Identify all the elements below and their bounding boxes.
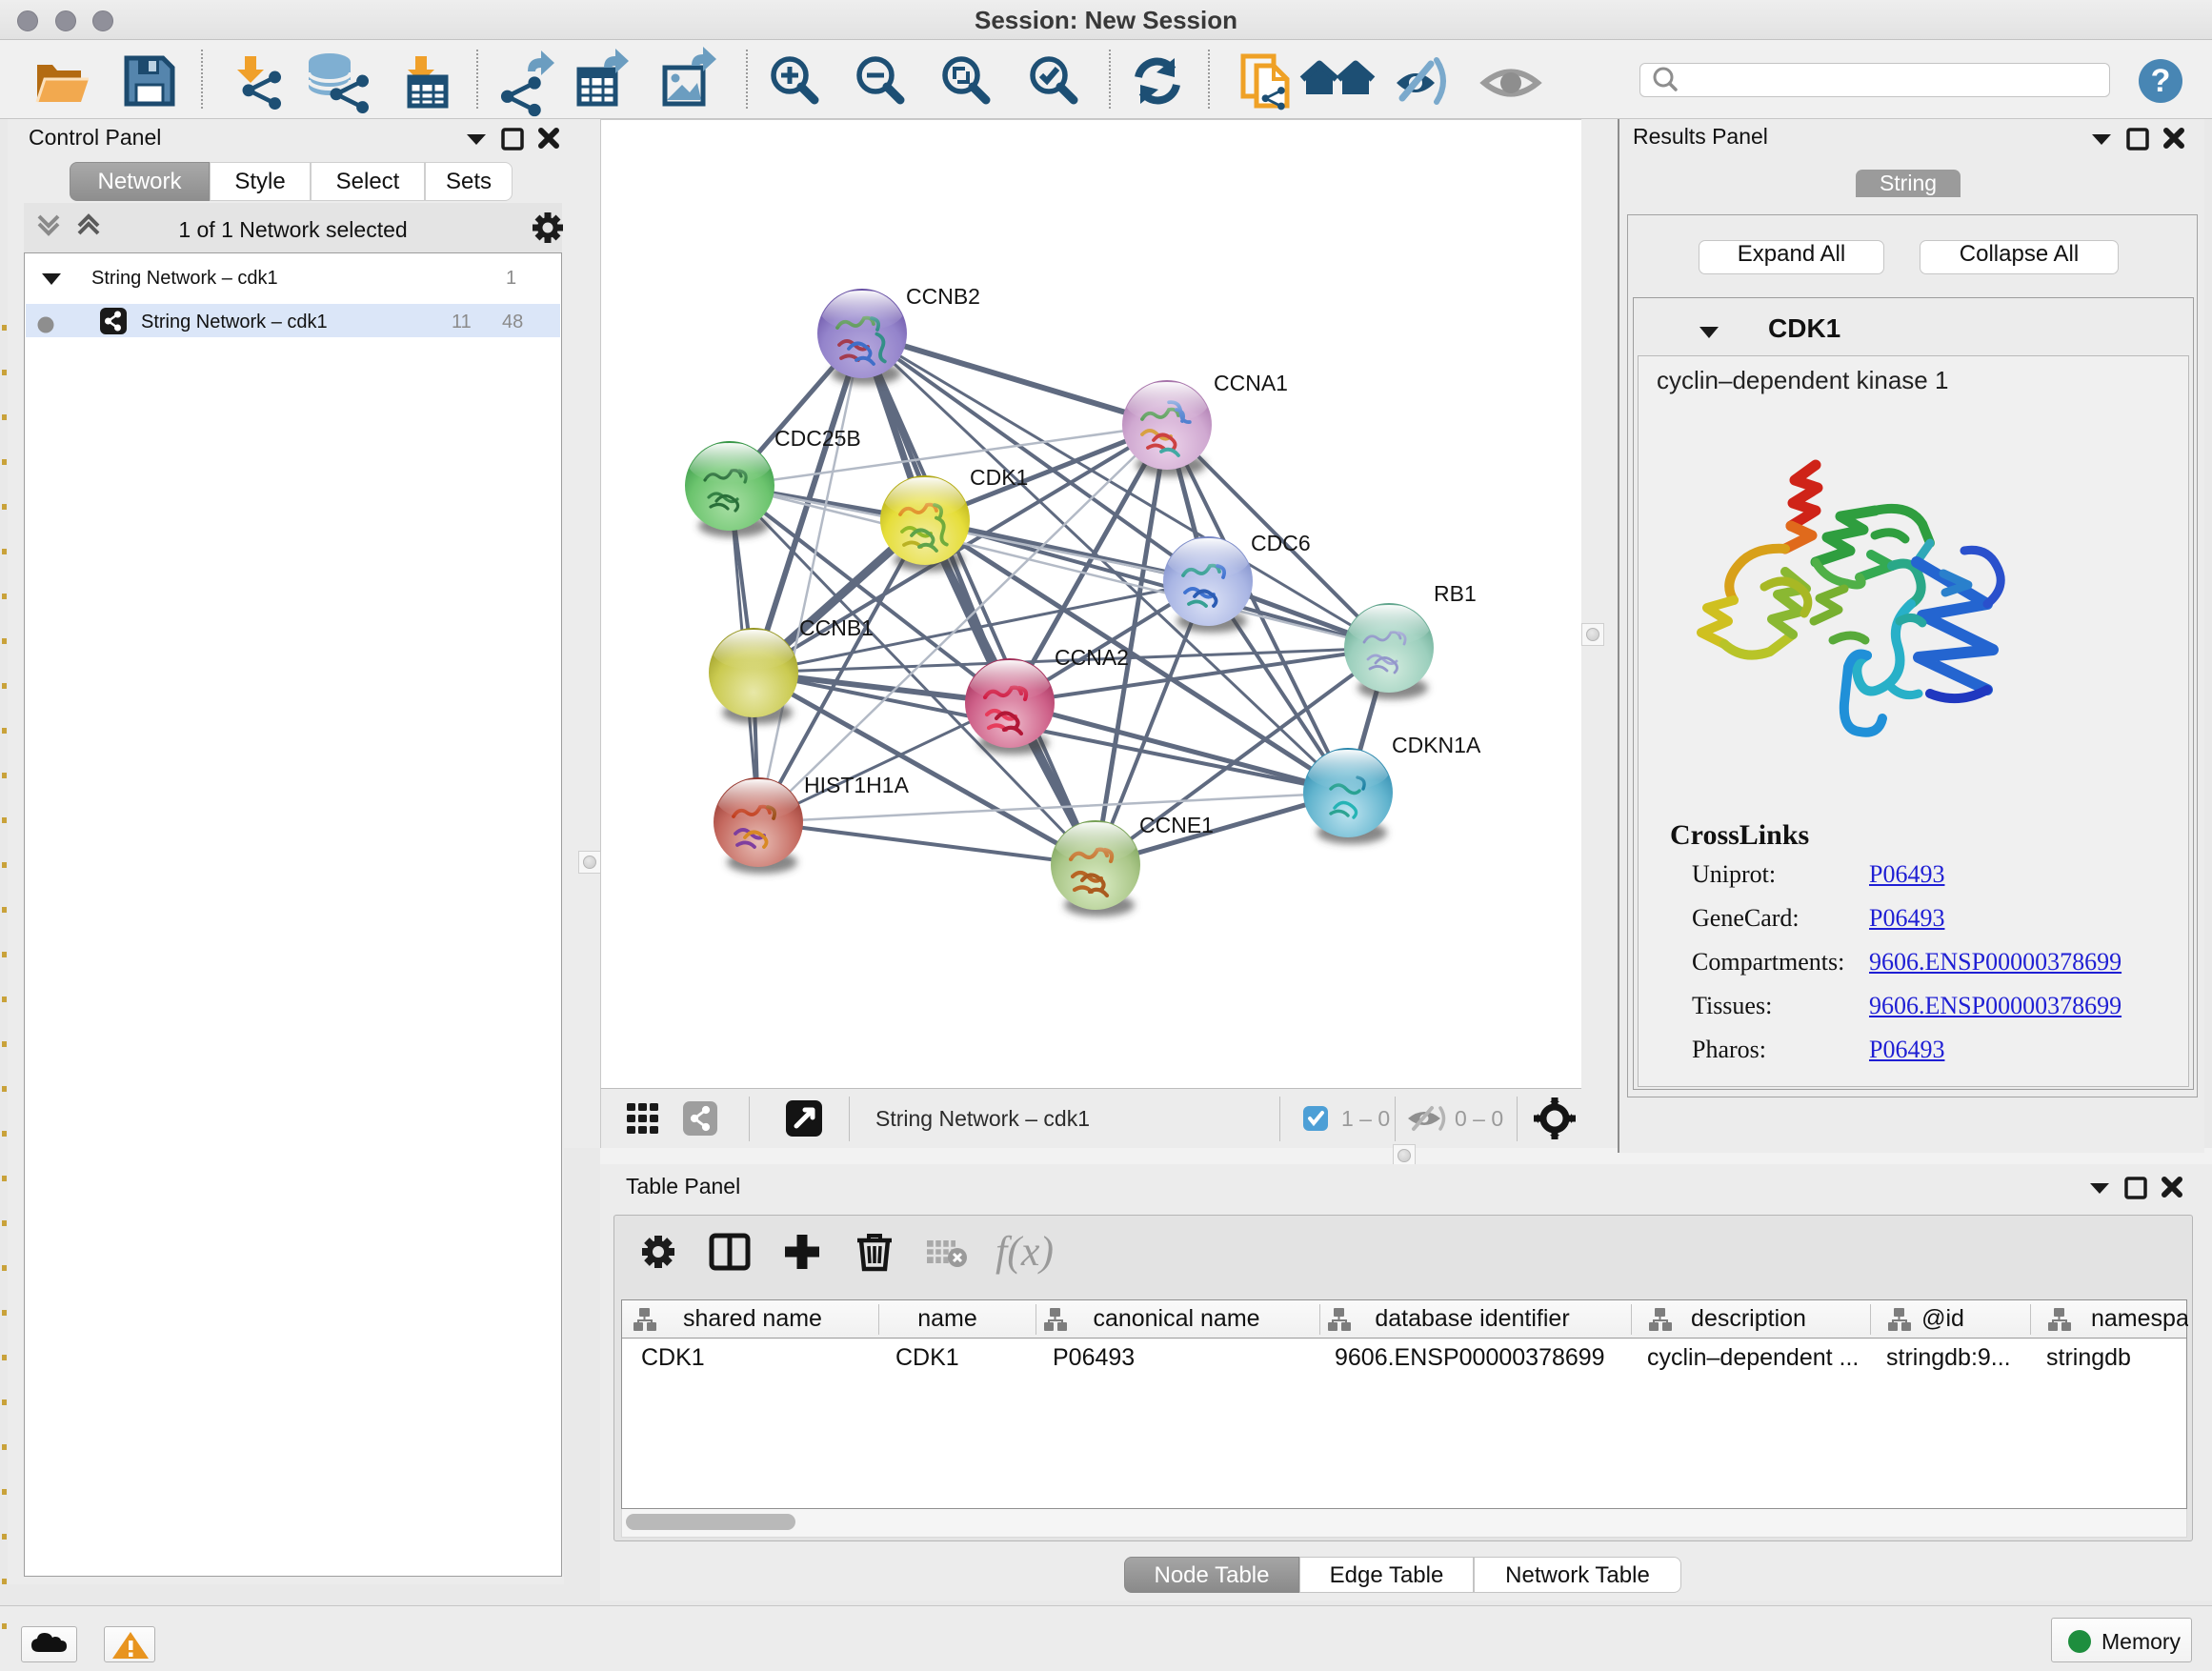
svg-text:CDC25B: CDC25B (774, 426, 861, 451)
svg-text:f(x): f(x) (995, 1228, 1054, 1275)
svg-text:1 – 0: 1 – 0 (1341, 1106, 1390, 1131)
svg-text:String Network – cdk1: String Network – cdk1 (875, 1106, 1090, 1131)
svg-text:RB1: RB1 (1434, 581, 1477, 606)
svg-text:CDK1: CDK1 (970, 465, 1028, 490)
svg-text:?: ? (2151, 63, 2171, 99)
svg-text:CDKN1A: CDKN1A (1392, 733, 1481, 757)
svg-text:CDC6: CDC6 (1251, 531, 1311, 555)
svg-text:CCNB2: CCNB2 (906, 284, 980, 309)
svg-text:CCNA2: CCNA2 (1055, 645, 1129, 670)
svg-text:CCNB1: CCNB1 (799, 615, 874, 640)
svg-text:HIST1H1A: HIST1H1A (804, 773, 910, 797)
svg-text:CCNE1: CCNE1 (1139, 813, 1214, 837)
svg-text:0 – 0: 0 – 0 (1455, 1106, 1503, 1131)
svg-text:CCNA1: CCNA1 (1214, 371, 1288, 395)
